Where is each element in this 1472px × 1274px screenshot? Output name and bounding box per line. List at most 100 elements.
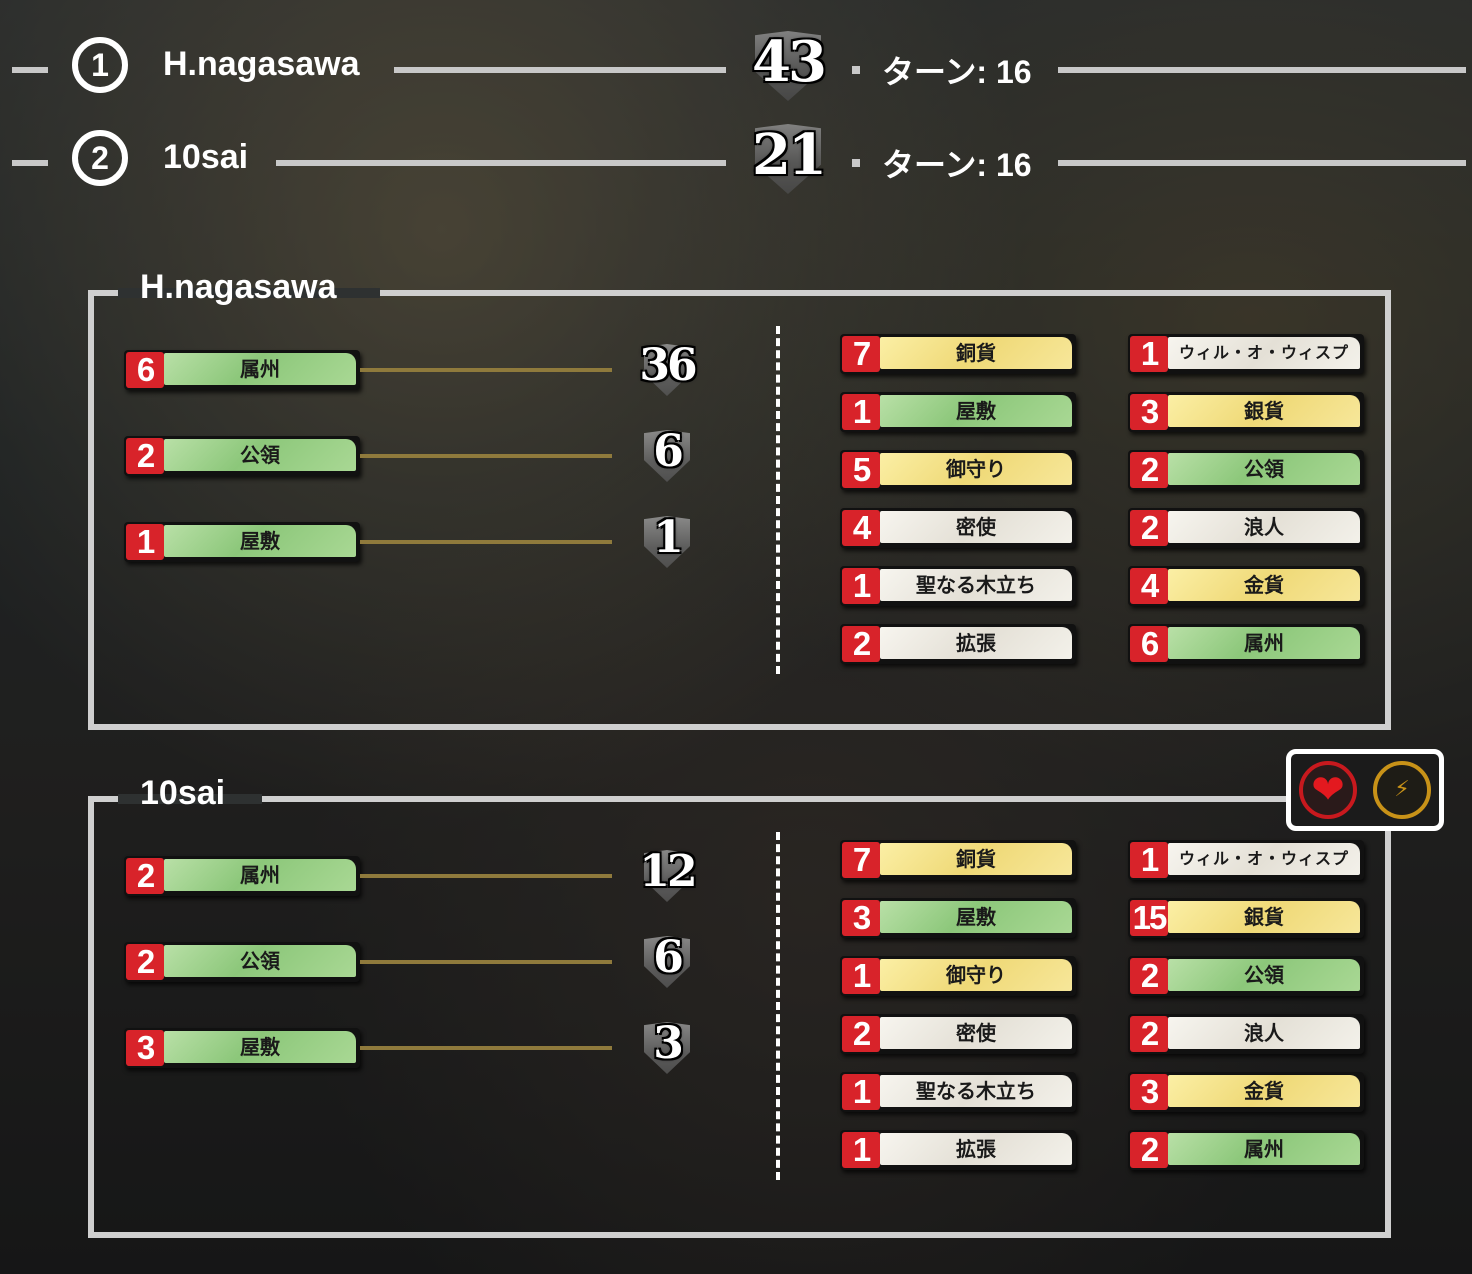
card-count: 4 [1130,568,1168,604]
card-pile[interactable]: 3 金貨 [1128,1072,1364,1112]
card-pile[interactable]: 4 金貨 [1128,566,1364,606]
card-count: 2 [1130,452,1168,488]
card-name: 浪人 [1168,511,1360,543]
card-name: 銅貨 [880,843,1072,875]
card-name: 聖なる木立ち [880,569,1072,601]
card-count: 1 [842,958,880,994]
separator-dot [852,159,860,167]
connector-line [360,540,612,544]
card-count: 1 [1130,336,1168,372]
card-pile[interactable]: 7 銅貨 [840,334,1076,374]
divider-line [1058,67,1466,73]
card-count: 2 [126,944,164,980]
card-count: 5 [842,452,880,488]
card-pile[interactable]: 5 御守り [840,450,1076,490]
card-count: 2 [1130,1132,1168,1168]
victory-points: 6 [653,426,684,477]
card-name: 公領 [164,945,356,977]
card-pile[interactable]: 2 拡張 [840,624,1076,664]
card-pile[interactable]: 3 銀貨 [1128,392,1364,432]
rank-badge: 1 [72,37,128,93]
card-pile[interactable]: 15 銀貨 [1128,898,1364,938]
card-count: 7 [842,842,880,878]
victory-points: 36 [639,340,697,391]
card-name: 屋敷 [164,525,356,557]
card-name: 拡張 [880,627,1072,659]
card-pile[interactable]: 2 浪人 [1128,1014,1364,1054]
victory-points: 6 [653,932,684,983]
connector-line [360,1046,612,1050]
card-count: 2 [1130,958,1168,994]
card-count: 7 [842,336,880,372]
separator-dot [852,66,860,74]
column-divider [776,832,780,1180]
card-pile[interactable]: 3 屋敷 [124,1028,360,1068]
heart-button[interactable]: ❤ [1299,761,1357,819]
panel-player-name: H.nagasawa [140,268,337,306]
card-count: 2 [1130,1016,1168,1052]
divider-line [276,160,726,166]
card-pile[interactable]: 1 聖なる木立ち [840,566,1076,606]
card-count: 2 [842,626,880,662]
card-pile[interactable]: 2 密使 [840,1014,1076,1054]
card-pile[interactable]: 6 属州 [124,350,360,390]
heart-icon: ❤ [1311,767,1345,813]
card-pile[interactable]: 2 浪人 [1128,508,1364,548]
card-pile[interactable]: 2 公領 [1128,450,1364,490]
card-pile[interactable]: 1 聖なる木立ち [840,1072,1076,1112]
card-name: 浪人 [1168,1017,1360,1049]
card-name: 金貨 [1168,1075,1360,1107]
card-name: 属州 [1168,1133,1360,1165]
card-name: 属州 [1168,627,1360,659]
victory-points: 1 [653,512,684,563]
card-pile[interactable]: 1 ウィル・オ・ウィスプ [1128,840,1364,880]
divider-line [12,160,48,166]
card-count: 2 [126,858,164,894]
card-pile[interactable]: 2 属州 [1128,1130,1364,1170]
divider-line [12,67,48,73]
turn-count: ターン: 16 [882,147,1032,183]
card-pile[interactable]: 7 銅貨 [840,840,1076,880]
card-count: 6 [126,352,164,388]
card-pile[interactable]: 1 屋敷 [124,522,360,562]
divider-line [1058,160,1466,166]
card-name: 拡張 [880,1133,1072,1165]
card-name: 銅貨 [880,337,1072,369]
card-name: ウィル・オ・ウィスプ [1168,843,1360,875]
card-pile[interactable]: 4 密使 [840,508,1076,548]
card-pile[interactable]: 1 ウィル・オ・ウィスプ [1128,334,1364,374]
card-pile[interactable]: 2 公領 [124,942,360,982]
card-pile[interactable]: 1 拡張 [840,1130,1076,1170]
lightning-button[interactable]: ⚡ [1373,761,1431,819]
card-pile[interactable]: 3 屋敷 [840,898,1076,938]
total-score: 21 [752,122,827,188]
victory-points: 12 [639,846,697,897]
lightning-icon: ⚡ [1394,777,1410,802]
card-count: 3 [842,900,880,936]
card-pile[interactable]: 1 屋敷 [840,392,1076,432]
card-count: 1 [126,524,164,560]
ranking-row: 2 10sai 21 ターン: 16 [0,122,1472,198]
card-name: 公領 [164,439,356,471]
card-count: 15 [1130,900,1168,936]
connector-line [360,874,612,878]
player-name: 10sai [163,138,249,176]
column-divider [776,326,780,674]
card-pile[interactable]: 2 公領 [1128,956,1364,996]
card-pile[interactable]: 2 公領 [124,436,360,476]
card-count: 1 [842,1132,880,1168]
card-count: 1 [842,568,880,604]
card-pile[interactable]: 6 属州 [1128,624,1364,664]
divider-line [394,67,726,73]
card-count: 1 [842,394,880,430]
card-name: 密使 [880,1017,1072,1049]
card-name: 金貨 [1168,569,1360,601]
card-pile[interactable]: 1 御守り [840,956,1076,996]
card-name: ウィル・オ・ウィスプ [1168,337,1360,369]
rank-badge: 2 [72,130,128,186]
card-count: 3 [126,1030,164,1066]
card-pile[interactable]: 2 属州 [124,856,360,896]
panel-player-name: 10sai [140,774,226,812]
reaction-bar: ❤ ⚡ [1286,749,1444,831]
card-name: 公領 [1168,453,1360,485]
